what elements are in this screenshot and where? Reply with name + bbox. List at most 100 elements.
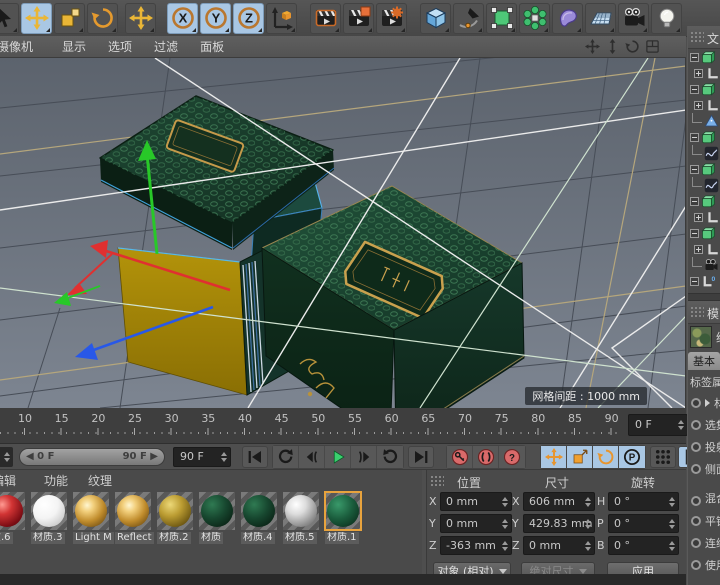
timeline-ruler[interactable]: 0 F 1015202530354045505560657075808590 [0, 408, 686, 444]
texture-tag-thumbnail[interactable] [690, 326, 712, 348]
goto-end-button[interactable] [408, 446, 434, 468]
rotate-button[interactable] [87, 3, 118, 34]
animation-dot-icon[interactable] [691, 464, 701, 474]
material-preview-sphere[interactable] [325, 492, 361, 530]
spline-object-icon[interactable] [704, 146, 719, 161]
cube-object-icon[interactable] [701, 50, 716, 65]
spinner-icon[interactable] [667, 537, 676, 554]
coordinate-mode-dropdown[interactable]: 对象 (相对) [433, 562, 511, 574]
object-tree-row[interactable] [688, 49, 720, 65]
previous-frame-button[interactable] [299, 446, 325, 468]
menu-display[interactable]: 显示 [62, 38, 86, 55]
frame-mini-field[interactable] [0, 447, 13, 467]
spinner-icon[interactable] [2, 447, 11, 467]
material-name-label[interactable]: 材质.2 [157, 532, 191, 544]
size-value-field[interactable]: 606 mm [523, 492, 595, 511]
render-settings-button[interactable] [376, 3, 407, 34]
animation-dot-icon[interactable] [691, 496, 701, 506]
null-l-object-icon[interactable] [705, 210, 720, 225]
null-l-object-icon[interactable] [705, 242, 720, 257]
spinner-icon[interactable] [500, 493, 509, 510]
material-item[interactable]: 材质 [199, 492, 235, 544]
spinner-icon[interactable] [667, 493, 676, 510]
material-item[interactable]: 材质.1 [325, 492, 361, 544]
spinner-icon[interactable] [500, 537, 509, 554]
render-view-button[interactable] [310, 3, 341, 34]
material-item[interactable]: 材质.5 [283, 492, 319, 544]
rotate-view-icon[interactable] [625, 39, 640, 54]
cube-object-icon[interactable] [701, 194, 716, 209]
spinner-icon[interactable] [583, 515, 592, 532]
keyframe-selection-button[interactable] [473, 446, 499, 468]
scale-button[interactable] [54, 3, 85, 34]
material-item[interactable]: 材质.3 [31, 492, 67, 544]
zoom-icon[interactable] [605, 39, 620, 54]
position-value-field[interactable]: 0 mm [440, 514, 512, 533]
position-value-field[interactable]: -363 mm [440, 536, 512, 555]
attribute-row[interactable]: 侧面 [688, 458, 720, 480]
autokeying-button[interactable]: ? [499, 446, 525, 468]
cube-object-icon[interactable] [701, 226, 716, 241]
expand-toggle-icon[interactable] [690, 229, 699, 238]
animation-dot-icon[interactable] [691, 538, 701, 548]
spinner-icon[interactable] [667, 515, 676, 532]
rotation-value-field[interactable]: 0 ° [608, 514, 679, 533]
size-value-field[interactable]: 0 mm [523, 536, 595, 555]
material-preview-sphere[interactable] [283, 492, 319, 530]
attribute-row[interactable]: 连续 [688, 532, 720, 554]
camera-object-icon[interactable] [704, 258, 719, 273]
add-environment-button[interactable] [585, 3, 616, 34]
attribute-row[interactable]: 投射 [688, 436, 720, 458]
size-value-field[interactable]: 429.83 mm [523, 514, 595, 533]
material-item[interactable]: Light M [73, 492, 109, 544]
null-l-object-icon[interactable] [705, 66, 720, 81]
lock-axis-z-button[interactable]: Z [233, 3, 264, 34]
lock-axis-y-button[interactable]: Y [200, 3, 231, 34]
expand-toggle-icon[interactable] [694, 213, 703, 222]
add-modeling-object-button[interactable] [519, 3, 550, 34]
menu-edit[interactable]: 编辑 [0, 472, 16, 489]
apply-button[interactable]: 应用 [607, 562, 679, 574]
spinner-icon[interactable] [583, 537, 592, 554]
material-item[interactable]: Reflect [115, 492, 151, 544]
material-preview-sphere[interactable] [157, 492, 193, 530]
material-item[interactable]: 材质.2 [157, 492, 193, 544]
material-item[interactable]: 质.6 [0, 492, 25, 544]
object-tree-row[interactable] [688, 257, 720, 273]
add-deformer-button[interactable] [552, 3, 583, 34]
previous-key-button[interactable] [273, 446, 299, 468]
key-rotation-button[interactable] [593, 446, 619, 468]
object-tree-row[interactable] [688, 97, 720, 113]
toggle-views-icon[interactable] [645, 39, 660, 54]
material-name-label[interactable]: 材质 [199, 532, 223, 544]
add-light-button[interactable] [651, 3, 682, 34]
material-name-label[interactable]: 质.6 [0, 532, 13, 544]
render-picture-viewer-button[interactable] [343, 3, 374, 34]
attribute-row[interactable]: 选集 [688, 414, 720, 436]
attribute-manager-menu-mode[interactable]: 模 [707, 305, 719, 322]
material-preview-sphere[interactable] [0, 492, 25, 530]
material-name-label[interactable]: Light M [73, 532, 114, 544]
add-primitive-cube-button[interactable] [420, 3, 451, 34]
next-key-button[interactable] [377, 446, 403, 468]
animation-dot-icon[interactable] [691, 516, 701, 526]
expand-arrow-icon[interactable] [705, 399, 710, 407]
object-tree-row[interactable] [688, 225, 720, 241]
pan-icon[interactable] [585, 39, 600, 54]
animation-dot-icon[interactable] [691, 560, 701, 570]
material-preview-sphere[interactable] [199, 492, 235, 530]
cube-object-icon[interactable] [701, 82, 716, 97]
object-manager-menu-file[interactable]: 文 [707, 30, 719, 47]
rotation-value-field[interactable]: 0 ° [608, 492, 679, 511]
object-tree-row[interactable] [688, 193, 720, 209]
rotation-value-field[interactable]: 0 ° [608, 536, 679, 555]
cone-object-icon[interactable] [704, 114, 719, 129]
expand-toggle-icon[interactable] [690, 133, 699, 142]
cube-object-icon[interactable] [701, 130, 716, 145]
animation-dot-icon[interactable] [691, 398, 701, 408]
spline-object-icon[interactable] [704, 178, 719, 193]
material-item[interactable]: 材质.4 [241, 492, 277, 544]
spinner-icon[interactable] [676, 415, 685, 435]
add-camera-button[interactable] [618, 3, 649, 34]
attribute-row[interactable]: 材质 [688, 392, 720, 414]
